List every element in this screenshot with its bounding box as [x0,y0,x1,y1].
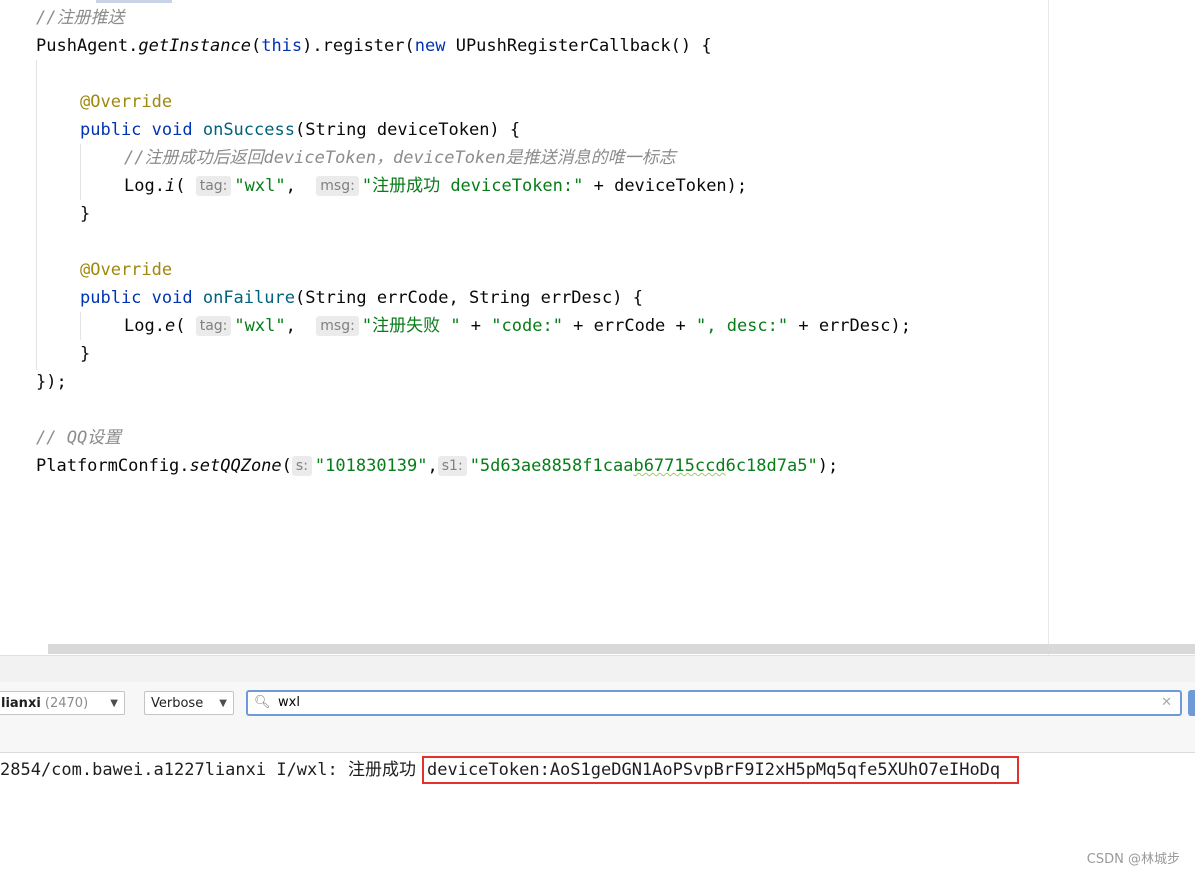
parameter-hint: s1: [437,456,467,476]
code-string: ", desc:" [696,316,789,336]
process-id: (2470) [44,696,89,711]
parameter-hint: s: [291,456,312,476]
code-text: + errCode + [562,316,696,336]
log-level-dropdown[interactable]: Verbose ▼ [144,691,234,715]
editor-right-margin-guide [1048,0,1049,655]
code-line-1: //注册推送 [36,5,124,31]
code-string: "code:" [491,316,563,336]
code-line-2: PushAgent.getInstance(this).register(new… [36,33,712,59]
code-method: onSuccess [202,120,295,140]
code-text: ); [817,456,839,476]
indent-guide [36,60,37,370]
code-string: "101830139" [314,456,428,476]
code-text: ).register( [302,36,415,56]
code-line-6: //注册成功后返回deviceToken，deviceToken是推送消息的唯一… [124,145,676,171]
code-annotation: @Override [80,260,173,280]
code-keyword: new [414,36,446,56]
code-text: Log. [124,176,165,196]
code-line-16: // QQ设置 [36,425,121,451]
chevron-down-icon: ▼ [219,698,227,709]
code-comment: //注册成功后返回deviceToken，deviceToken是推送消息的唯一… [124,148,676,168]
code-text: } [80,344,91,364]
process-dropdown[interactable]: lianxi (2470) ▼ [0,691,125,715]
search-icon: 🔍︎ [254,695,271,710]
highlighted-device-token: deviceToken:AoS1geDGN1AoPSvpBrF9I2xH5pMq… [422,756,1020,784]
code-method: getInstance [138,36,251,56]
code-text: + errDesc); [788,316,911,336]
code-string: "wxl" [234,176,286,196]
code-text: Log. [124,316,165,336]
code-text: ( [250,36,262,56]
search-value: wxl [278,695,300,710]
process-name: lianxi [1,696,41,711]
code-string: "wxl" [234,316,286,336]
parameter-hint: tag: [195,176,232,196]
code-keyword: public void [80,120,193,140]
code-text: PlatformConfig. [36,456,190,476]
code-text: , [427,456,438,476]
code-text: , [285,176,307,196]
parameter-hint: tag: [195,316,232,336]
code-line-17: PlatformConfig.setQQZone(s: "101830139", s… [36,453,838,479]
code-line-10: @Override [80,257,172,283]
code-line-5: public void onSuccess(String deviceToken… [80,117,520,143]
editor-tab-indicator [96,0,172,3]
code-annotation: @Override [80,92,173,112]
regex-toggle-edge[interactable] [1188,690,1195,716]
code-editor[interactable]: //注册推送 PushAgent.getInstance(this).regis… [0,0,1195,655]
close-icon[interactable]: ✕ [1161,692,1172,714]
code-text: + deviceToken); [583,176,748,196]
code-line-8: } [80,201,90,227]
log-level-value: Verbose [151,696,204,711]
indent-guide [80,312,81,340]
code-comment: // QQ设置 [36,428,122,448]
logcat-output-line: 2854/com.bawei.a1227lianxi I/wxl: 注册成功 de… [0,756,1020,784]
code-line-11: public void onFailure(String errCode, St… [80,285,643,311]
code-line-7: Log.i( tag: "wxl", msg: "注册成功 deviceToken:… [124,173,747,199]
code-text: ( [281,456,292,476]
code-comment: //注册推送 [36,8,125,28]
log-prefix: 2854/com.bawei.a1227lianxi I/wxl: 注册成功 [0,760,416,780]
code-text: ( [175,316,186,336]
code-text: + [460,316,492,336]
parameter-hint: msg: [316,176,359,196]
code-method: setQQZone [189,456,282,476]
code-method: onFailure [202,288,295,308]
code-keyword: public void [80,288,193,308]
code-keyword: this [261,36,303,56]
code-string: "注册成功 deviceToken:" [361,176,584,196]
logcat-search-input[interactable]: 🔍︎ wxl ✕ [246,690,1182,716]
code-text: } [80,204,91,224]
code-text: UPushRegisterCallback() { [445,36,712,56]
code-text: PushAgent. [36,36,139,56]
code-text: , [285,316,307,336]
code-line-13: } [80,341,90,367]
code-text: (String errCode, String errDesc) { [294,288,643,308]
code-text: }); [36,372,67,392]
code-string: "注册失败 " [361,316,461,336]
chevron-down-icon: ▼ [110,698,118,709]
code-string: 6c18d7a5" [725,456,818,476]
code-line-4: @Override [80,89,172,115]
code-text: (String deviceToken) { [294,120,521,140]
code-text: ( [175,176,186,196]
parameter-hint: msg: [316,316,359,336]
code-string: "5d63ae8858f1caa [469,456,634,476]
code-line-14: }); [36,369,67,395]
editor-horizontal-scrollbar[interactable] [48,644,1195,654]
code-method: i [164,176,176,196]
watermark: CSDN @林城步 [1086,852,1180,867]
panel-divider-strip[interactable] [0,655,1195,682]
code-string-typo-marked: b67715ccd [633,456,726,476]
indent-guide [80,144,81,200]
code-line-12: Log.e( tag: "wxl", msg: "注册失败 " + "code:" … [124,313,911,339]
code-method: e [164,316,176,336]
